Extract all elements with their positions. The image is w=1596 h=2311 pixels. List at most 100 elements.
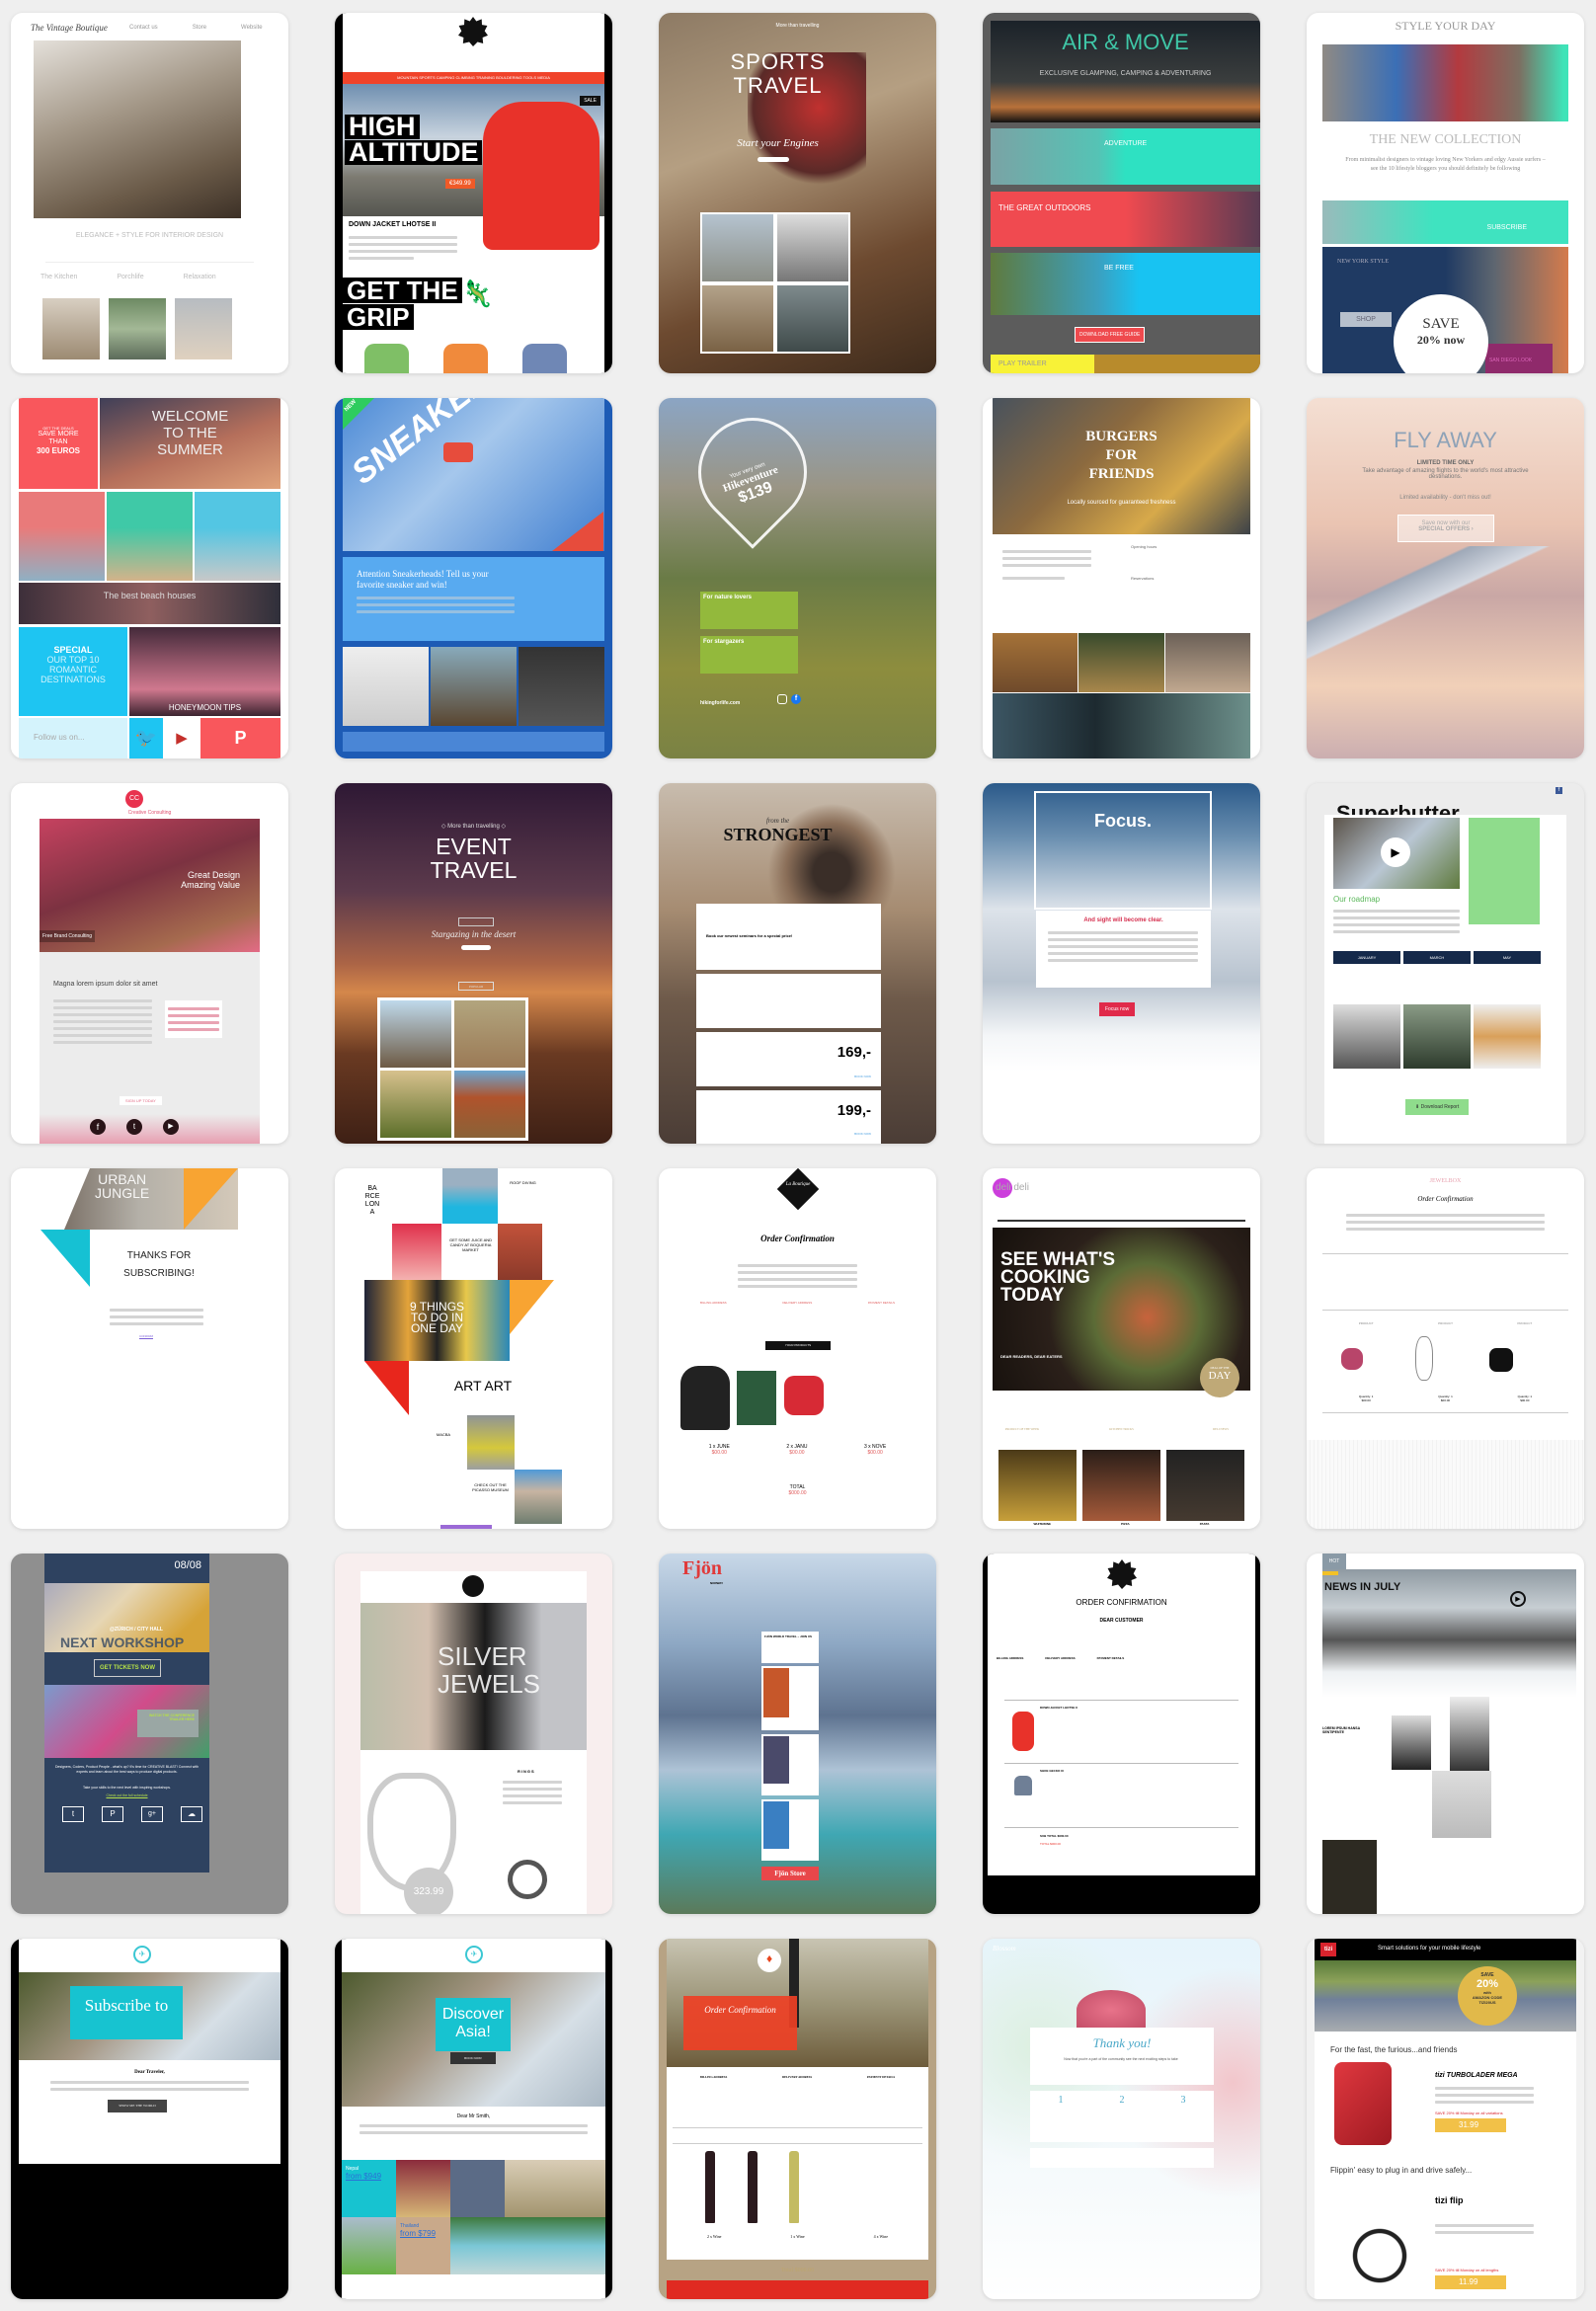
- heading-1: For the fast, the furious...and friends: [1330, 2045, 1458, 2054]
- template-card-burgers[interactable]: BURGERS FOR FRIENDS Locally sourced for …: [983, 398, 1260, 758]
- template-card-event-travel[interactable]: ◇ More than travelling ◇ EVENT TRAVEL Sta…: [335, 783, 612, 1144]
- deal-tiles: [19, 492, 280, 581]
- schedule-link[interactable]: Check out the full schedule: [54, 1793, 200, 1797]
- template-card-peak-order[interactable]: ORDER CONFIRMATION DEAR CUSTOMER BILLING…: [983, 1554, 1260, 1914]
- template-card-sneakerz[interactable]: NEW SNEAKERZ Attention Sneakerheads! Tel…: [335, 398, 612, 758]
- tag-button[interactable]: [458, 917, 494, 926]
- offer-box[interactable]: 169,- BOOK NOW: [696, 1032, 881, 1086]
- facebook-icon[interactable]: f: [1556, 787, 1562, 794]
- template-card-welcome-summer[interactable]: GET THE DEALS SAVE MORE THAN 300 EUROS W…: [11, 398, 288, 758]
- template-card-news-in-july[interactable]: HOT SPOT NEWS IN JULY ▶ LOREM IPSUM HANS…: [1307, 1554, 1584, 1914]
- template-card-urban-jungle[interactable]: URBAN JUNGLE THANKS FOR SUBSCRIBING! CONFI…: [11, 1168, 288, 1529]
- book-now-button[interactable]: BOOK NOW!: [450, 2052, 496, 2064]
- template-card-vintage-boutique[interactable]: The Vintage Boutique Contact us Store We…: [11, 13, 288, 373]
- twitter-icon[interactable]: t: [126, 1119, 142, 1135]
- red-sneaker: [443, 442, 473, 462]
- pinterest-icon[interactable]: P: [200, 718, 280, 758]
- play-icon[interactable]: ▶: [1510, 1591, 1526, 1607]
- product-card[interactable]: [761, 1799, 819, 1861]
- picasso-label: CHECK OUT THE PICASSO MUSEUM: [472, 1482, 509, 1492]
- download-report-button[interactable]: ⬇ Download Report: [1405, 1099, 1470, 1115]
- template-card-la-boutique-order[interactable]: La Boutique Order Confirmation BILLING A…: [659, 1168, 936, 1529]
- instagram-icon[interactable]: [777, 694, 787, 704]
- sign-up-button[interactable]: SIGN UP TODAY: [120, 1096, 162, 1105]
- template-card-silver-jewels[interactable]: SILVER JEWELS RINGS 323.99: [335, 1554, 612, 1914]
- column-header: BILLING ADDRESS: [700, 1301, 727, 1305]
- template-card-high-altitude[interactable]: MOUNTAIN SPORTS CAMPING CLIMBING TRAININ…: [335, 13, 612, 373]
- google-plus-icon[interactable]: g+: [141, 1806, 163, 1822]
- template-card-barcelona[interactable]: BA RCE LON A ROOF DIVING GET SOME JUICE …: [335, 1168, 612, 1529]
- subscribe-banner[interactable]: SUBSCRIBE: [1322, 200, 1568, 244]
- shop-button[interactable]: SHOP: [1340, 312, 1392, 327]
- template-card-creative-consulting[interactable]: CC Creative Consulting Great Design Amazi…: [11, 783, 288, 1144]
- tile[interactable]: [19, 492, 105, 581]
- template-card-next-workshop[interactable]: 08/08 @ZÜRICH / CITY HALL NEXT WORKSHOP …: [11, 1554, 288, 1914]
- template-card-discover-asia[interactable]: ✈ Discover Asia! BOOK NOW! Dear Mr Smith,…: [335, 1939, 612, 2299]
- template-card-jewelbox-order[interactable]: JEWELBOX Order Confirmation PRODUCT PROD…: [1307, 1168, 1584, 1529]
- free-consulting-link[interactable]: Free Brand Consulting: [40, 930, 96, 942]
- template-card-sports-travel[interactable]: More than travelling SPORTS TRAVEL Start …: [659, 13, 936, 373]
- soundcloud-icon[interactable]: ☁: [181, 1806, 202, 1822]
- template-card-fjon-norway[interactable]: Fjön NORWAY FJÖN WORLD TRAVEL – JOIN US …: [659, 1554, 936, 1914]
- template-card-wine-order[interactable]: ♦ Order Confirmation BILLING ADDRESS DEL…: [659, 1939, 936, 2299]
- show-world-button[interactable]: SHOW ME THE WORLD: [108, 2100, 167, 2112]
- save-text: SAVE: [1422, 316, 1460, 332]
- twitter-icon[interactable]: 🐦: [129, 718, 163, 758]
- site-link[interactable]: hikingforlife.com: [700, 700, 740, 706]
- discover-button[interactable]: [461, 945, 491, 950]
- template-card-style-your-day[interactable]: STYLE YOUR DAY THE NEW COLLECTION From m…: [1307, 13, 1584, 373]
- youtube-icon[interactable]: ▶: [164, 718, 200, 758]
- get-tickets-button[interactable]: GET TICKETS NOW: [94, 1659, 161, 1677]
- play-trailer[interactable]: PLAY TRAILER: [991, 355, 1094, 373]
- facebook-icon[interactable]: f: [791, 694, 801, 704]
- template-card-deli-deli[interactable]: deli deli SEE WHAT'S COOKING TODAY DEAR …: [983, 1168, 1260, 1529]
- title: URBAN JUNGLE: [95, 1172, 149, 1200]
- book-now-link[interactable]: BOOK NOW: [854, 1075, 871, 1078]
- offer-nepal[interactable]: Nepal from $949: [342, 2160, 396, 2217]
- youtube-icon[interactable]: ▶: [163, 1119, 179, 1135]
- column-header: DELIVERY ADDRESS: [781, 2075, 813, 2079]
- product-title: DOWN JACKET LHOTSE II: [349, 221, 437, 228]
- template-card-subscribe-easy-travel[interactable]: ✈ Subscribe to Dear Traveler, SHOW ME TH…: [11, 1939, 288, 2299]
- offer-box[interactable]: [696, 974, 881, 1028]
- beach-houses-banner[interactable]: The best beach houses: [19, 583, 280, 624]
- discover-button[interactable]: [758, 157, 789, 162]
- wine-bottle-white: [789, 2151, 799, 2223]
- tile[interactable]: [107, 492, 193, 581]
- product-card[interactable]: [761, 1666, 819, 1730]
- template-card-superbutter[interactable]: f Superbutter ▶ Our roadmap JANUARY MARC…: [1307, 783, 1584, 1144]
- trailer-label[interactable]: WATCH THE CONFERENCE TRAILER HERE: [137, 1710, 199, 1737]
- template-card-strongest[interactable]: from the STRONGEST Book our newest semin…: [659, 783, 936, 1144]
- script-subtitle: Stargazing in the desert: [431, 929, 517, 939]
- offer-china[interactable]: [450, 2160, 505, 2217]
- template-card-fly-away[interactable]: FLY AWAY LIMITED TIME ONLY Take advantag…: [1307, 398, 1584, 758]
- video-thumbnail[interactable]: ▶: [1333, 818, 1460, 889]
- focus-now-button[interactable]: Focus now: [1099, 1002, 1136, 1016]
- fjon-store-button[interactable]: Fjön Store: [761, 1867, 819, 1880]
- product-image: [763, 1736, 789, 1784]
- template-card-air-and-move[interactable]: AIR & MOVE EXCLUSIVE GLAMPING, CAMPING &…: [983, 13, 1260, 373]
- book-now-link[interactable]: BOOK NOW: [854, 1132, 871, 1136]
- template-card-tizi[interactable]: tizi Smart solutions for your mobile lif…: [1307, 1939, 1584, 2299]
- product-2-price[interactable]: 11.99: [1435, 2275, 1506, 2289]
- product-description: [349, 232, 457, 264]
- product-1-price[interactable]: 31.99: [1435, 2118, 1506, 2132]
- stargazers-box: For stargazers: [700, 636, 798, 674]
- pinterest-icon[interactable]: P: [102, 1806, 123, 1822]
- template-card-hikeventure[interactable]: Your very own Hikeventure $139 For natur…: [659, 398, 936, 758]
- offer-thailand[interactable]: Thailand from $799: [396, 2217, 450, 2274]
- play-icon[interactable]: ▶: [1381, 837, 1410, 867]
- product-cable: [1320, 2191, 1419, 2299]
- twitter-icon[interactable]: t: [62, 1806, 84, 1822]
- template-card-focus[interactable]: Focus. And sight will become clear. Focu…: [983, 783, 1260, 1144]
- offer-box[interactable]: 199,- BOOK NOW: [696, 1090, 881, 1144]
- template-card-blossom-thank-you[interactable]: Blossom Thank you! Now that you're a par…: [983, 1939, 1260, 2299]
- honeymoon-image[interactable]: HONEYMOON TIPS: [129, 627, 280, 716]
- download-guide-button[interactable]: DOWNLOAD FREE GUIDE: [1075, 327, 1146, 343]
- tile[interactable]: [195, 492, 280, 581]
- facebook-icon[interactable]: f: [90, 1119, 106, 1135]
- product-card[interactable]: [761, 1734, 819, 1795]
- special-offers-button[interactable]: Save now with our SPECIAL OFFERS ›: [1397, 515, 1494, 542]
- confirm-link[interactable]: CONFIRM: [139, 1334, 153, 1338]
- photo-label: PASTA: [1199, 1522, 1210, 1526]
